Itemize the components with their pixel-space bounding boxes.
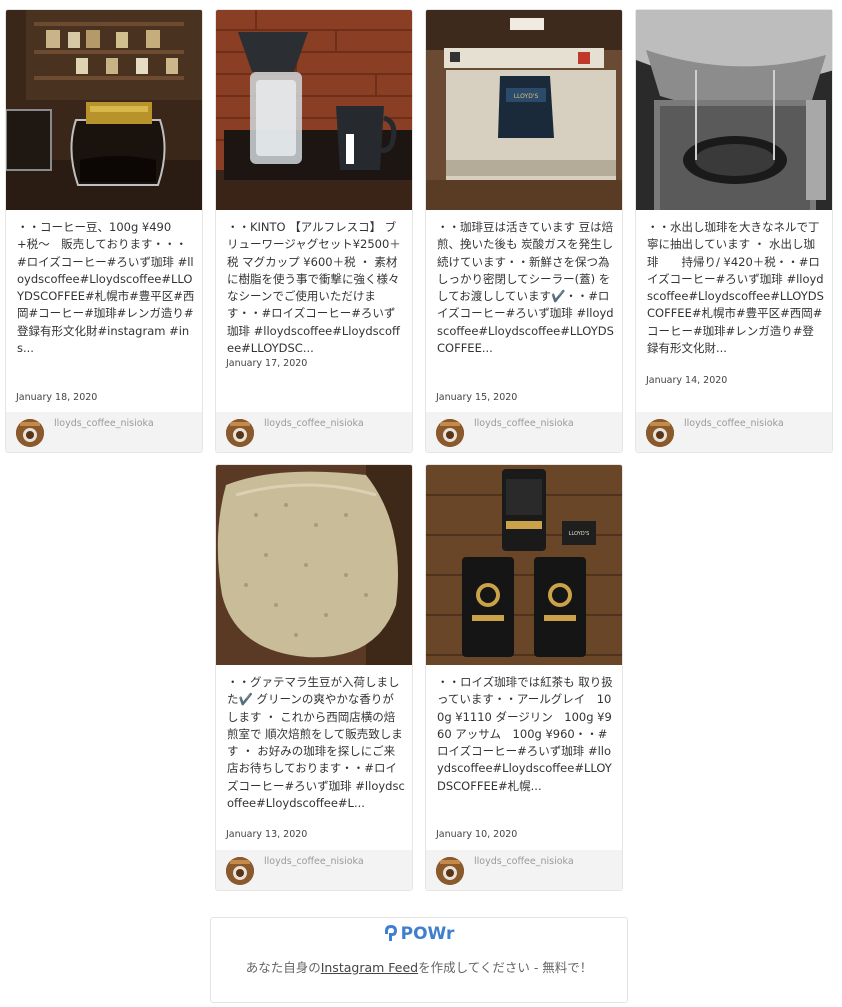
- kinto-jug-photo: [216, 10, 412, 210]
- post-photo[interactable]: [216, 10, 412, 210]
- username[interactable]: lloyds_coffee_nisioka: [474, 856, 574, 867]
- post-footer[interactable]: lloyds_coffee_nisioka: [426, 412, 622, 452]
- post-footer[interactable]: lloyds_coffee_nisioka: [216, 850, 412, 890]
- bag-sealer-photo: LLOYD'S: [426, 10, 622, 210]
- green-beans-photo: [216, 465, 412, 665]
- post-caption: ・・珈琲豆は活きています 豆は焙煎、挽いた後も 炭酸ガスを発生し続けています・・…: [437, 220, 614, 356]
- coffee-server-photo: [6, 10, 202, 210]
- post-footer[interactable]: lloyds_coffee_nisioka: [216, 412, 412, 452]
- svg-text:LLOYD'S: LLOYD'S: [569, 531, 590, 537]
- powr-cta: あなた自身のInstagram Feedを作成してください - 無料で！: [241, 958, 597, 977]
- post-date: January 13, 2020: [226, 829, 308, 840]
- cta-suffix: を作成してください - 無料で！: [418, 960, 593, 975]
- post-date: January 10, 2020: [436, 829, 518, 840]
- username[interactable]: lloyds_coffee_nisioka: [684, 418, 784, 429]
- post-card[interactable]: ・・水出し珈琲を大きなネルで丁寧に抽出しています ・ 水出し珈琲 持帰り/ ¥4…: [635, 9, 833, 453]
- avatar[interactable]: [436, 419, 464, 447]
- post-caption: ・・コーヒー豆、100g ¥490+税〜 販売しております・・・#ロイズコーヒー…: [17, 220, 195, 356]
- post-caption: ・・KINTO 【アルフレスコ】 ブリューワージャグセット¥2500＋税 マグカ…: [227, 220, 401, 356]
- instagram-feed-grid: ・・コーヒー豆、100g ¥490+税〜 販売しております・・・#ロイズコーヒー…: [0, 0, 842, 900]
- post-photo[interactable]: [6, 10, 202, 210]
- avatar[interactable]: [226, 419, 254, 447]
- powr-logo-text: POWr: [400, 924, 455, 944]
- svg-text:LLOYD'S: LLOYD'S: [514, 93, 539, 100]
- post-card[interactable]: ・・グァテマラ生豆が入荷しました✔️ グリーンの爽やかな香りがします ・ これか…: [215, 464, 413, 891]
- avatar[interactable]: [16, 419, 44, 447]
- post-card[interactable]: LLOYD'S ・・珈琲豆は活きています 豆は焙煎、挽いた後も 炭酸ガスを発生し…: [425, 9, 623, 453]
- powr-plug-icon: [384, 924, 398, 947]
- post-photo[interactable]: LLOYD'S: [426, 465, 622, 665]
- username[interactable]: lloyds_coffee_nisioka: [264, 856, 364, 867]
- powr-branding-box: POWr あなた自身のInstagram Feedを作成してください - 無料で…: [210, 917, 628, 1003]
- post-card[interactable]: LLOYD'S ・・ロイズ珈琲では紅茶も 取り扱っています・・アールグレイ 10…: [425, 464, 623, 891]
- post-card[interactable]: ・・コーヒー豆、100g ¥490+税〜 販売しております・・・#ロイズコーヒー…: [5, 9, 203, 453]
- username[interactable]: lloyds_coffee_nisioka: [54, 418, 154, 429]
- username[interactable]: lloyds_coffee_nisioka: [264, 418, 364, 429]
- post-card[interactable]: ・・KINTO 【アルフレスコ】 ブリューワージャグセット¥2500＋税 マグカ…: [215, 9, 413, 453]
- cloth-drip-photo: [636, 10, 832, 210]
- avatar[interactable]: [436, 857, 464, 885]
- post-photo[interactable]: LLOYD'S: [426, 10, 622, 210]
- post-date: January 17, 2020: [226, 358, 308, 369]
- cta-prefix: あなた自身の: [245, 960, 321, 975]
- post-footer[interactable]: lloyds_coffee_nisioka: [6, 412, 202, 452]
- avatar[interactable]: [646, 419, 674, 447]
- post-date: January 18, 2020: [16, 392, 98, 403]
- post-caption: ・・水出し珈琲を大きなネルで丁寧に抽出しています ・ 水出し珈琲 持帰り/ ¥4…: [647, 220, 824, 356]
- post-photo[interactable]: [216, 465, 412, 665]
- post-caption: ・・ロイズ珈琲では紅茶も 取り扱っています・・アールグレイ 100g ¥1110…: [437, 675, 613, 793]
- tea-packages-photo: LLOYD'S: [426, 465, 622, 665]
- powr-logo[interactable]: POWr: [211, 924, 627, 947]
- post-date: January 14, 2020: [646, 375, 728, 386]
- post-caption: ・・グァテマラ生豆が入荷しました✔️ グリーンの爽やかな香りがします ・ これか…: [227, 675, 405, 811]
- post-photo[interactable]: [636, 10, 832, 210]
- instagram-feed-link[interactable]: Instagram Feed: [321, 960, 418, 975]
- post-footer[interactable]: lloyds_coffee_nisioka: [426, 850, 622, 890]
- post-date: January 15, 2020: [436, 392, 518, 403]
- username[interactable]: lloyds_coffee_nisioka: [474, 418, 574, 429]
- avatar[interactable]: [226, 857, 254, 885]
- post-footer[interactable]: lloyds_coffee_nisioka: [636, 412, 832, 452]
